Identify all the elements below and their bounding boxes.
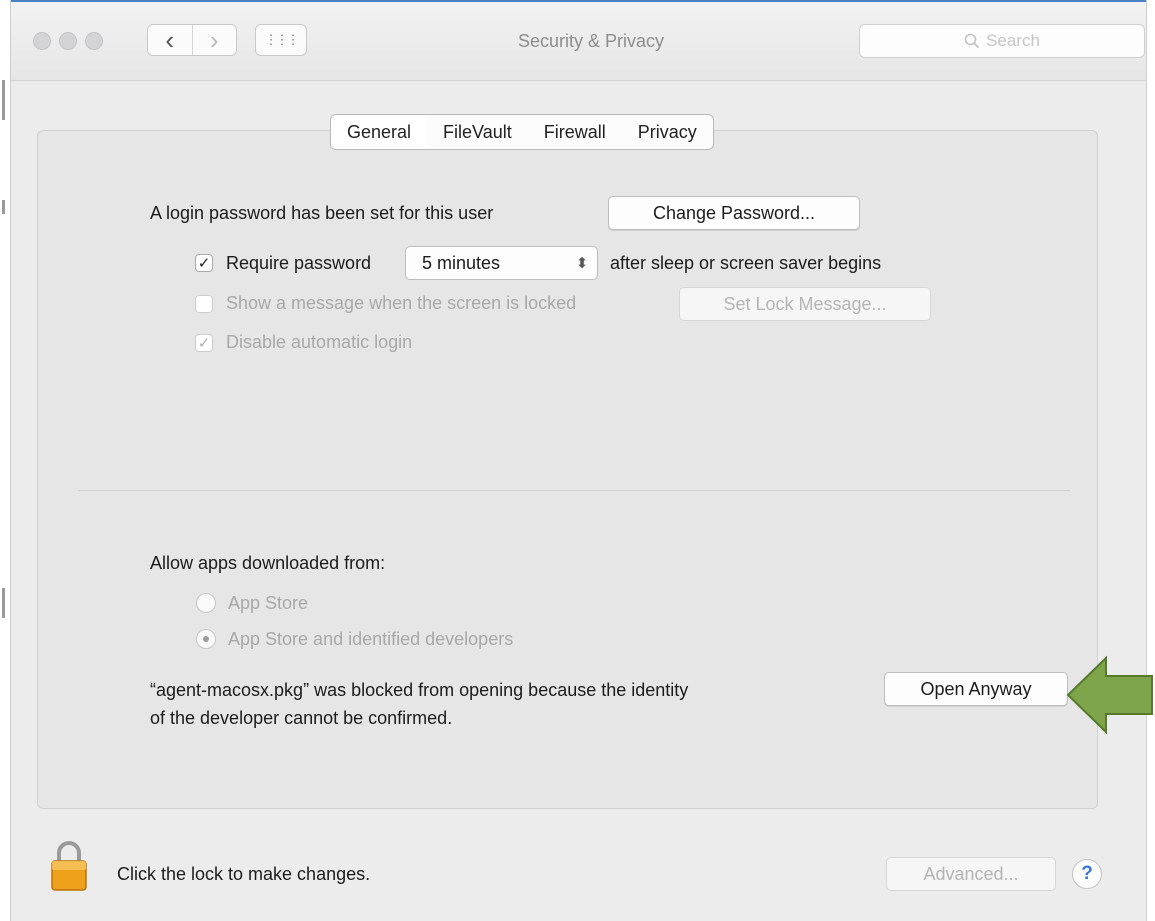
- zoom-window-button[interactable]: [85, 32, 103, 50]
- chevron-updown-icon: ⬍: [575, 255, 589, 272]
- lock-icon[interactable]: [50, 840, 88, 892]
- checkmark-icon: ✓: [197, 254, 211, 272]
- tab-general[interactable]: General: [331, 115, 428, 149]
- search-icon: [964, 33, 980, 49]
- show-all-button[interactable]: ⋮⋮⋮: [255, 24, 307, 56]
- blocked-message-line-2: of the developer cannot be confirmed.: [150, 708, 453, 728]
- require-password-label: Require password: [226, 253, 372, 273]
- back-icon: ‹: [165, 24, 175, 55]
- allow-apps-heading: Allow apps downloaded from:: [150, 553, 386, 573]
- tab-firewall[interactable]: Firewall: [528, 115, 622, 149]
- disable-automatic-login-label: Disable automatic login: [226, 332, 413, 352]
- help-button[interactable]: ?: [1072, 859, 1102, 889]
- app-store-label: App Store: [228, 593, 309, 613]
- change-password-button[interactable]: Change Password...: [608, 196, 860, 230]
- close-window-button[interactable]: [33, 32, 51, 50]
- require-password-delay-value: 5 minutes: [422, 252, 501, 273]
- tab-bar: General FileVault Firewall Privacy: [330, 114, 714, 150]
- lock-text: Click the lock to make changes.: [117, 864, 371, 884]
- show-message-label: Show a message when the screen is locked: [226, 293, 577, 313]
- grid-icon: ⋮⋮⋮: [264, 32, 300, 47]
- disable-automatic-login-checkbox[interactable]: ✓: [195, 334, 213, 352]
- window-edge-mark: [2, 588, 5, 618]
- app-store-radio[interactable]: [196, 593, 216, 613]
- section-divider: [78, 490, 1070, 491]
- back-button[interactable]: ‹: [148, 25, 192, 55]
- tab-privacy[interactable]: Privacy: [622, 115, 713, 149]
- login-password-text: A login password has been set for this u…: [150, 203, 494, 223]
- advanced-button[interactable]: Advanced...: [886, 857, 1056, 891]
- open-anyway-button[interactable]: Open Anyway: [884, 672, 1068, 706]
- set-lock-message-button[interactable]: Set Lock Message...: [679, 287, 931, 321]
- require-password-suffix: after sleep or screen saver begins: [610, 253, 882, 273]
- window-edge-mark: [2, 80, 5, 120]
- minimize-window-button[interactable]: [59, 32, 77, 50]
- radio-selected-dot: [203, 636, 209, 642]
- back-forward-buttons: ‹ ›: [147, 24, 237, 56]
- tab-filevault[interactable]: FileVault: [427, 115, 528, 149]
- blocked-message-line-1: “agent-macosx.pkg” was blocked from open…: [150, 680, 689, 700]
- checkmark-icon: ✓: [197, 334, 211, 352]
- window-title: Security & Privacy: [517, 31, 665, 51]
- window-edge-mark: [2, 200, 5, 214]
- require-password-delay-select[interactable]: 5 minutes ⬍: [405, 246, 598, 280]
- identified-developers-label: App Store and identified developers: [228, 629, 514, 649]
- title-bar: ‹ › ⋮⋮⋮ Security & Privacy Search: [11, 0, 1146, 81]
- require-password-checkbox[interactable]: ✓: [195, 254, 213, 272]
- forward-button[interactable]: ›: [191, 24, 237, 55]
- help-icon: ?: [1081, 863, 1093, 884]
- identified-developers-radio[interactable]: [196, 629, 216, 649]
- show-message-checkbox[interactable]: [195, 295, 213, 313]
- search-field[interactable]: Search: [859, 24, 1145, 58]
- arrow-icon: [1066, 655, 1153, 735]
- forward-icon: ›: [209, 24, 219, 55]
- search-placeholder: Search: [986, 31, 1040, 50]
